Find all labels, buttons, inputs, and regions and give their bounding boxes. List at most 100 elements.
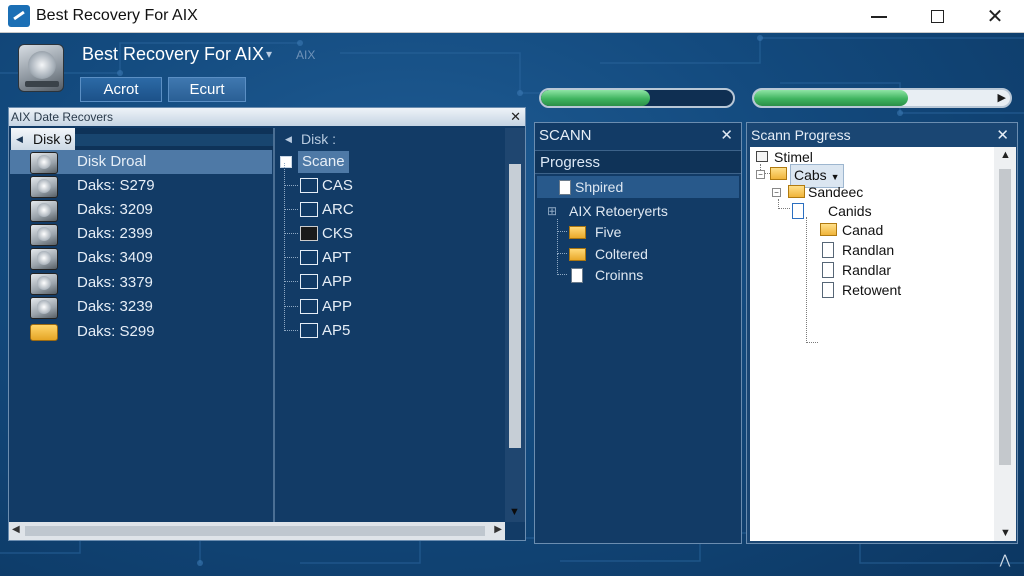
panel-close-icon[interactable]: ✕ xyxy=(720,126,733,144)
ecurt-button[interactable]: Ecurt xyxy=(168,77,246,102)
document-icon xyxy=(822,262,834,278)
document-icon xyxy=(822,242,834,258)
disk-label: Disk Droal xyxy=(77,153,147,170)
tree-connector xyxy=(284,308,298,331)
tree-item[interactable]: − Sandeec xyxy=(772,182,892,202)
disk-row[interactable]: Daks: 2399 xyxy=(10,222,272,246)
scroll-right-icon[interactable]: ▶ xyxy=(494,524,502,535)
column-divider[interactable] xyxy=(273,128,275,522)
play-arrow-icon[interactable]: ▶ xyxy=(998,91,1006,104)
recovery-panel-title: AIX Date Recovers xyxy=(11,110,114,124)
tree-item-label: Retowent xyxy=(842,282,902,298)
folder-icon xyxy=(300,274,318,289)
collapse-arrow-icon[interactable]: ◀ xyxy=(16,128,23,150)
chevron-down-icon[interactable]: ▼ xyxy=(831,172,840,182)
disk-row[interactable]: Daks: 3239 xyxy=(10,295,272,319)
maximize-button[interactable] xyxy=(908,0,966,33)
disk-column-header: ◀ Disk 9 xyxy=(11,128,273,150)
header-fill xyxy=(75,134,273,146)
drive-icon xyxy=(756,151,768,162)
disk-label: Daks: 3409 xyxy=(77,249,153,266)
tree-connector xyxy=(284,187,298,210)
close-button[interactable]: ✕ xyxy=(966,0,1024,33)
title-bar: Best Recovery For AIX ✕ xyxy=(0,0,1024,33)
document-icon xyxy=(822,282,834,298)
expand-toggle-icon[interactable]: − xyxy=(772,188,781,197)
tree-connector xyxy=(284,211,298,234)
acrot-button[interactable]: Acrot xyxy=(80,77,162,102)
panel-close-icon[interactable]: ✕ xyxy=(996,126,1009,144)
minimize-icon xyxy=(871,15,887,18)
window-title: Best Recovery For AIX xyxy=(36,7,198,24)
disk-row[interactable]: Daks: 3379 xyxy=(10,271,272,295)
folder-icon xyxy=(300,299,318,314)
scan-progress-title: Scann Progress xyxy=(751,127,851,143)
progress-fill-1 xyxy=(541,90,651,106)
expand-toggle-icon[interactable]: − xyxy=(756,170,765,179)
minimize-button[interactable] xyxy=(850,0,908,33)
disk-row[interactable]: Daks: 3209 xyxy=(10,198,272,222)
scroll-down-icon[interactable]: ▼ xyxy=(509,506,520,518)
scroll-to-top-icon[interactable]: ⋀ xyxy=(994,552,1016,572)
tree-item-label: Canad xyxy=(842,222,884,238)
scan-item-label: Croinns xyxy=(595,267,644,283)
tree-item-label: ARC xyxy=(322,201,354,218)
dropdown-icon[interactable]: ▾ xyxy=(266,47,272,61)
horizontal-scrollbar[interactable]: ◀ ▶ xyxy=(9,522,505,540)
disk-row[interactable]: Daks: 3409 xyxy=(10,246,272,270)
disk-tab-label: Disk 9 xyxy=(33,131,72,147)
disk-label: Daks: 3239 xyxy=(77,298,153,315)
folder-icon xyxy=(300,323,318,338)
scrollbar-track[interactable] xyxy=(999,169,1011,465)
app-icon xyxy=(8,5,30,27)
scan-progress-bar-1 xyxy=(539,88,735,108)
folder-icon xyxy=(820,223,837,236)
expand-toggle-icon[interactable]: ⊞ xyxy=(547,200,557,222)
tree-item-label: Canids xyxy=(828,203,872,219)
disk-label: Daks: 2399 xyxy=(77,225,153,242)
scrollbar-track[interactable] xyxy=(25,526,485,536)
scan-item[interactable]: Croinns xyxy=(537,264,739,286)
scan-column-label: Disk : xyxy=(301,131,336,147)
scan-item[interactable]: Coltered xyxy=(537,243,739,265)
scrollbar-track[interactable] xyxy=(509,164,521,448)
scroll-down-icon[interactable]: ▼ xyxy=(1000,527,1011,539)
disk-row[interactable]: Daks: S299 xyxy=(10,320,272,344)
tree-item-label: APT xyxy=(322,249,352,266)
scan-item[interactable]: ⊞ AIX Retoeryerts xyxy=(537,200,739,222)
scan-item[interactable]: Shpired xyxy=(537,176,739,198)
scan-item-label: Shpired xyxy=(575,179,624,195)
tree-connector xyxy=(284,284,298,307)
tree-item-label: CAS xyxy=(322,177,353,194)
document-icon xyxy=(559,180,571,195)
hard-disk-icon xyxy=(30,273,58,295)
hard-drive-logo-icon xyxy=(18,44,64,92)
tree-item-label: APP xyxy=(322,298,353,315)
disk-tab[interactable]: ◀ Disk 9 xyxy=(11,128,75,150)
vertical-scrollbar[interactable]: ▼ xyxy=(505,128,525,522)
header-title: Best Recovery For AIX xyxy=(82,44,265,64)
collapse-arrow-icon[interactable]: ◀ xyxy=(285,128,292,150)
tree-connector xyxy=(778,199,790,209)
folder-icon xyxy=(300,226,318,241)
tree-item-label: Randlar xyxy=(842,262,892,278)
folder-icon xyxy=(30,324,58,341)
close-icon: ✕ xyxy=(986,6,1004,28)
folder-icon xyxy=(300,202,318,217)
scan-item[interactable]: Five xyxy=(537,221,739,243)
tree-connector xyxy=(806,217,818,343)
scroll-left-icon[interactable]: ◀ xyxy=(12,524,20,535)
disk-row[interactable]: Daks: S279 xyxy=(10,174,272,198)
scroll-up-icon[interactable]: ▲ xyxy=(1000,149,1011,161)
tree-item[interactable]: − Cabs ▼ xyxy=(754,164,874,188)
scan-column-header: ◀ Disk : xyxy=(277,128,503,150)
disk-row[interactable]: Disk Droal xyxy=(10,150,272,174)
tree-item-text: Cabs xyxy=(794,167,827,183)
disk-label: Daks: 3209 xyxy=(77,201,153,218)
scan-results-tree[interactable]: Stimel − Cabs ▼ − Sandeec Canids Canad R… xyxy=(750,147,994,541)
tree-item-label: CKS xyxy=(322,225,353,242)
tree-connector xyxy=(284,259,298,282)
vertical-scrollbar[interactable]: ▲ ▼ xyxy=(994,147,1016,541)
panel-close-icon[interactable]: ✕ xyxy=(510,108,521,126)
scan-panel: SCANN ✕ Progress Shpired ⊞ AIX Retoeryer… xyxy=(534,122,742,544)
